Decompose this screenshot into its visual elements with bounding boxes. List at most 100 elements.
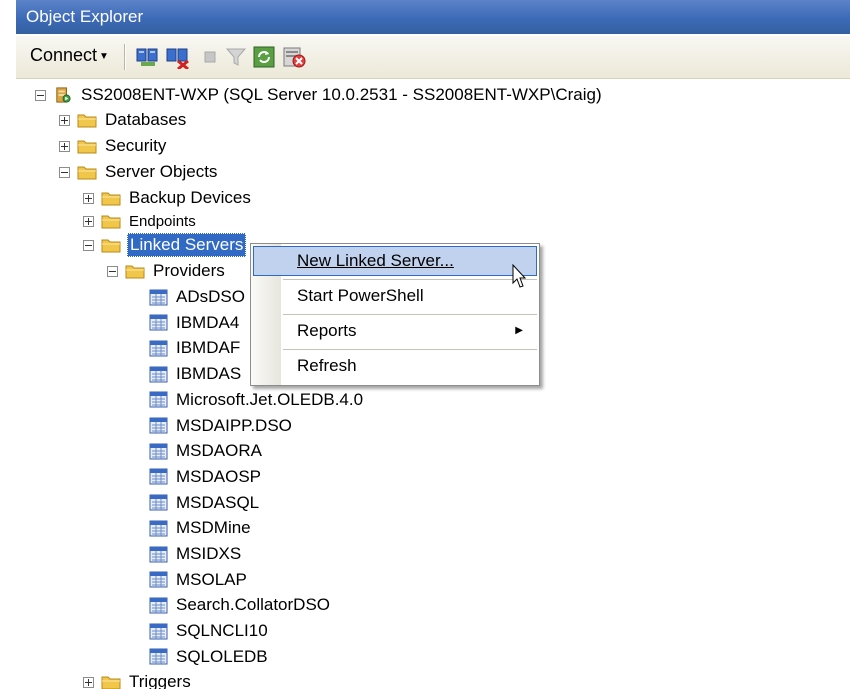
collapse-icon[interactable] (107, 265, 118, 277)
menu-item-label: New Linked Server... (297, 251, 454, 270)
folder-icon (125, 265, 145, 279)
menu-item-refresh[interactable]: Refresh (253, 351, 537, 381)
provider-icon (149, 546, 168, 562)
provider-label: IBMDAF (176, 338, 241, 358)
provider-label: IBMDAS (176, 364, 242, 384)
menu-item-reports[interactable]: Reports ▶ (253, 316, 537, 346)
provider-icon (149, 597, 168, 614)
collapse-icon[interactable] (83, 239, 94, 251)
provider-item[interactable]: MSDASQL (149, 490, 261, 516)
provider-icon (149, 314, 168, 331)
tree-item-providers[interactable]: Providers (107, 258, 227, 284)
menu-item-label: Reports (297, 321, 357, 340)
folder-icon (101, 676, 121, 689)
provider-label: IBMDA4 (176, 312, 240, 332)
toolbar: Connect ▼ (16, 36, 850, 79)
provider-item[interactable]: ADsDSO (149, 284, 247, 310)
provider-icon (149, 391, 168, 408)
server-label: SS2008ENT-WXP (SQL Server 10.0.2531 - SS… (81, 85, 602, 104)
provider-icon (149, 443, 168, 460)
provider-icon (149, 468, 168, 485)
provider-label: SQLNCLI10 (176, 621, 268, 641)
folder-icon (101, 215, 121, 229)
tree-item-label: Endpoints (129, 212, 196, 230)
object-explorer-window: Object Explorer Connect ▼ SS2008ENT-WXP … (16, 0, 850, 689)
expand-icon[interactable] (83, 676, 94, 688)
menu-item-label: Start PowerShell (297, 286, 424, 305)
tree-item-server-objects[interactable]: Server Objects (59, 159, 219, 185)
expand-icon[interactable] (59, 140, 70, 152)
provider-icon (149, 417, 168, 434)
provider-item[interactable]: SQLOLEDB (149, 644, 270, 670)
provider-label: Search.CollatorDSO (176, 595, 331, 615)
menu-item-label: Refresh (297, 356, 357, 375)
tree-item-label: Security (105, 136, 167, 155)
tree-item-linked-servers[interactable]: Linked Servers (83, 232, 247, 258)
provider-item[interactable]: MSOLAP (149, 567, 249, 593)
folder-icon (77, 166, 97, 180)
provider-item[interactable]: Search.CollatorDSO (149, 592, 332, 618)
disconnect-icon[interactable] (166, 45, 190, 69)
filter-icon[interactable] (224, 45, 248, 69)
expand-icon[interactable] (59, 114, 70, 126)
provider-icon (149, 571, 168, 588)
stop-icon[interactable] (198, 45, 222, 69)
provider-label: MSDAORA (176, 441, 262, 461)
tree-item-security[interactable]: Security (59, 133, 168, 159)
folder-icon (77, 140, 97, 154)
menu-separator (283, 279, 537, 280)
provider-label: MSIDXS (176, 544, 242, 563)
window-title: Object Explorer (16, 0, 850, 34)
provider-item[interactable]: IBMDA4 (149, 310, 241, 336)
provider-icon (149, 520, 168, 537)
tree-item-endpoints[interactable]: Endpoints (83, 208, 198, 234)
collapse-icon[interactable] (59, 166, 70, 178)
dropdown-arrow-icon[interactable]: ▼ (99, 51, 109, 62)
delete-icon[interactable] (282, 45, 308, 69)
provider-label: MSDAOSP (176, 466, 262, 486)
folder-icon (101, 239, 121, 253)
tree-item-databases[interactable]: Databases (59, 107, 188, 133)
menu-item-new-linked-server[interactable]: New Linked Server... (253, 246, 537, 276)
server-node[interactable]: SS2008ENT-WXP (SQL Server 10.0.2531 - SS… (35, 82, 604, 108)
provider-item[interactable]: MSIDXS (149, 541, 243, 567)
provider-label: MSDMine (176, 518, 251, 538)
submenu-arrow-icon: ▶ (515, 325, 523, 336)
context-menu: New Linked Server... Start PowerShell Re… (250, 243, 540, 386)
tree-item-triggers[interactable]: Triggers (83, 669, 193, 689)
provider-item[interactable]: MSDAORA (149, 438, 264, 464)
provider-label: SQLOLEDB (176, 646, 268, 666)
tree-item-label: Databases (105, 110, 187, 129)
server-icon (56, 87, 71, 103)
provider-item[interactable]: MSDMine (149, 515, 253, 541)
menu-separator (283, 349, 537, 350)
provider-icon (149, 340, 168, 357)
provider-item[interactable]: IBMDAF (149, 335, 242, 361)
provider-icon (149, 648, 168, 665)
expand-icon[interactable] (83, 215, 94, 227)
toolbar-separator (124, 44, 126, 70)
tree-item-label: Server Objects (105, 162, 218, 181)
provider-item[interactable]: SQLNCLI10 (149, 618, 270, 644)
folder-icon (101, 192, 121, 206)
provider-item[interactable]: MSDAOSP (149, 464, 263, 490)
provider-icon (149, 366, 168, 383)
provider-item[interactable]: MSDAIPP.DSO (149, 413, 294, 439)
menu-separator (283, 314, 537, 315)
provider-item[interactable]: IBMDAS (149, 361, 243, 387)
provider-icon (149, 289, 168, 305)
provider-item[interactable]: Microsoft.Jet.OLEDB.4.0 (149, 387, 365, 413)
connect-object-explorer-icon[interactable] (136, 45, 160, 69)
provider-label: MSOLAP (176, 569, 247, 589)
collapse-icon[interactable] (35, 89, 46, 101)
provider-icon (149, 494, 168, 511)
tree-item-label: Backup Devices (129, 188, 251, 207)
expand-icon[interactable] (83, 192, 94, 204)
mouse-cursor-icon (512, 264, 527, 288)
connect-button[interactable]: Connect ▼ (30, 45, 109, 66)
tree-item-label: Triggers (129, 672, 191, 689)
refresh-icon[interactable] (252, 45, 276, 69)
tree-item-label-selected: Linked Servers (127, 233, 247, 257)
menu-item-start-powershell[interactable]: Start PowerShell (253, 281, 537, 311)
provider-icon (149, 623, 168, 640)
